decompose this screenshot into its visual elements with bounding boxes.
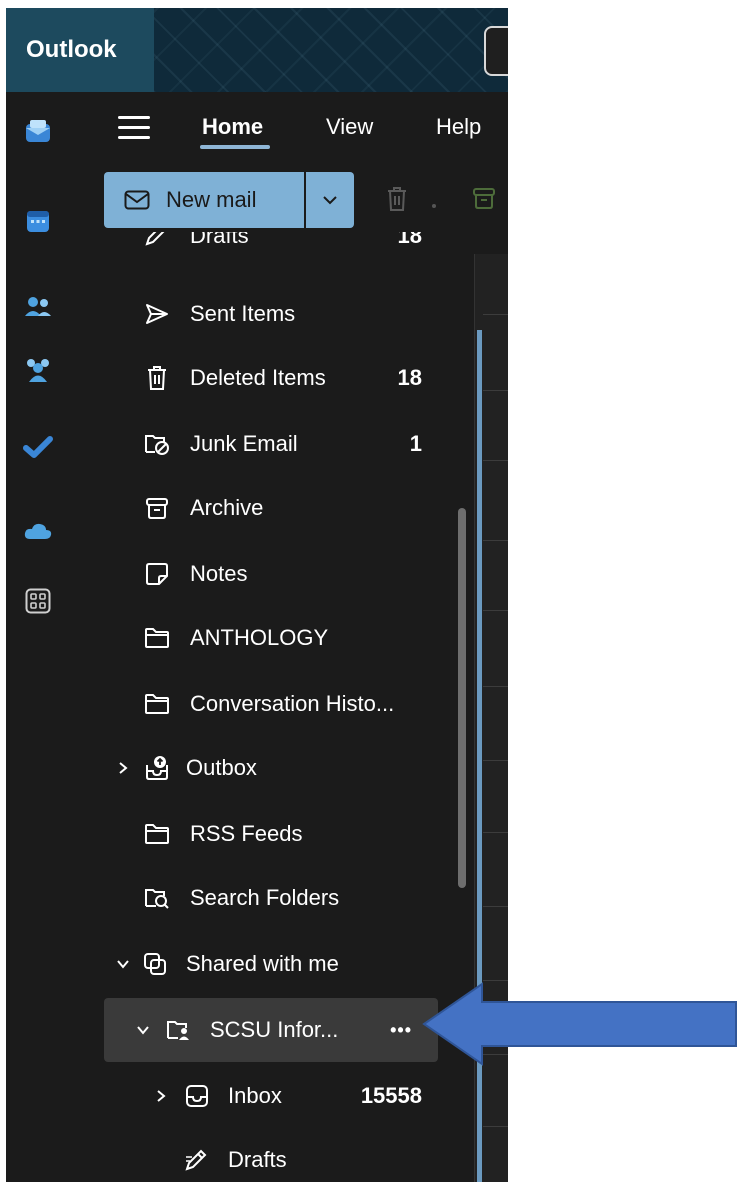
group-shared-with-me[interactable]: Shared with me [104, 936, 438, 992]
mail-icon[interactable] [23, 116, 53, 146]
new-mail-label: New mail [166, 187, 257, 212]
ribbon-toolbar: New mail [96, 164, 508, 228]
folder-anthology[interactable]: ANTHOLOGY [104, 610, 438, 666]
folder-conversation-history[interactable]: Conversation Histo... [104, 676, 438, 732]
chevron-right-icon[interactable] [114, 759, 132, 777]
folder-junk-email[interactable]: Junk Email 1 [104, 416, 438, 472]
row-divider [483, 906, 508, 907]
folder-notes[interactable]: Notes [104, 546, 438, 602]
archive-icon[interactable] [472, 186, 496, 215]
people-icon[interactable] [23, 292, 53, 322]
chevron-down-icon[interactable] [134, 1021, 152, 1039]
title-bar: Outlook [6, 8, 508, 92]
row-divider [483, 314, 508, 315]
folder-label: RSS Feeds [190, 821, 303, 846]
tab-home[interactable]: Home [202, 114, 263, 140]
folder-deleted-items[interactable]: Deleted Items 18 [104, 350, 438, 406]
folder-rss-feeds[interactable]: RSS Feeds [104, 806, 438, 862]
folder-sent-items[interactable]: Sent Items [104, 286, 438, 342]
folder-icon [144, 821, 170, 847]
folder-label: SCSU Infor... [210, 1017, 339, 1042]
folder-pane-scrollbar[interactable] [458, 508, 466, 888]
row-divider [483, 686, 508, 687]
folder-label: Conversation Histo... [190, 691, 395, 716]
groups-icon[interactable] [23, 354, 53, 384]
chevron-right-icon[interactable] [152, 1087, 170, 1105]
inbox-icon [184, 1083, 210, 1109]
folder-label: Sent Items [190, 301, 296, 326]
folder-label: Outbox [186, 755, 257, 780]
folder-label: Notes [190, 561, 248, 586]
chevron-down-icon[interactable] [114, 955, 132, 973]
row-divider [483, 610, 508, 611]
search-box[interactable] [484, 26, 508, 76]
new-mail-button[interactable]: New mail [104, 172, 304, 228]
apps-icon[interactable] [23, 586, 53, 616]
envelope-icon [124, 190, 150, 210]
folder-label: Archive [190, 495, 264, 520]
row-divider [483, 1126, 508, 1127]
folder-label: Search Folders [190, 885, 340, 910]
shared-mailbox-scsu[interactable]: SCSU Infor... ••• [104, 998, 438, 1062]
app-brand: Outlook [6, 8, 154, 92]
row-divider [483, 832, 508, 833]
active-tab-indicator [200, 145, 270, 149]
folder-label: Junk Email [190, 431, 298, 456]
more-options-icon[interactable]: ••• [390, 1020, 412, 1041]
folder-icon [144, 691, 170, 717]
folder-list: Drafts 18 Sent Items Deleted Items 18 Ju… [96, 232, 446, 1182]
unread-count: 15558 [360, 1083, 422, 1108]
row-divider [483, 540, 508, 541]
folder-label: Drafts [190, 232, 249, 248]
junk-folder-icon [144, 431, 170, 457]
row-divider [483, 460, 508, 461]
unread-count: 18 [397, 365, 422, 390]
folder-label: Inbox [228, 1083, 282, 1108]
app-rail [6, 92, 82, 1182]
row-divider [483, 760, 508, 761]
toolbar-separator [432, 204, 436, 208]
unread-count: 18 [397, 232, 422, 248]
folder-outbox[interactable]: Outbox [104, 740, 438, 796]
trash-icon [144, 365, 170, 391]
todo-icon[interactable] [23, 432, 53, 462]
folder-shared-drafts[interactable]: Drafts [104, 1132, 438, 1182]
folder-pane: Home View Help New mail Drafts 18 Sent I… [96, 92, 495, 1182]
hamburger-menu-icon[interactable] [118, 116, 150, 140]
annotation-arrow [422, 982, 737, 1066]
calendar-icon[interactable] [23, 206, 53, 236]
folder-label: Shared with me [186, 951, 339, 976]
pencil-icon [142, 232, 168, 249]
folder-archive[interactable]: Archive [104, 480, 438, 536]
chevron-down-icon [323, 196, 337, 205]
shared-icon [142, 951, 168, 977]
send-icon [144, 301, 170, 327]
search-folder-icon [144, 885, 170, 911]
folder-label: Drafts [228, 1147, 287, 1172]
folder-search-folders[interactable]: Search Folders [104, 870, 438, 926]
delete-icon[interactable] [386, 186, 408, 217]
folder-drafts[interactable]: Drafts 18 [104, 232, 438, 264]
tab-view[interactable]: View [326, 114, 373, 140]
unread-count: 1 [409, 431, 422, 456]
ribbon-tabs: Home View Help [96, 92, 508, 164]
shared-folder-icon [166, 1017, 192, 1043]
folder-label: Deleted Items [190, 365, 326, 390]
archive-box-icon [144, 495, 170, 521]
folder-label: ANTHOLOGY [190, 625, 329, 650]
note-icon [144, 561, 170, 587]
folder-inbox[interactable]: Inbox 15558 [104, 1068, 438, 1124]
new-mail-dropdown[interactable] [306, 172, 354, 228]
pencil-icon [184, 1147, 210, 1173]
onedrive-icon[interactable] [23, 516, 53, 546]
row-divider [483, 390, 508, 391]
outbox-icon [144, 755, 170, 781]
folder-icon [144, 625, 170, 651]
tab-help[interactable]: Help [436, 114, 481, 140]
